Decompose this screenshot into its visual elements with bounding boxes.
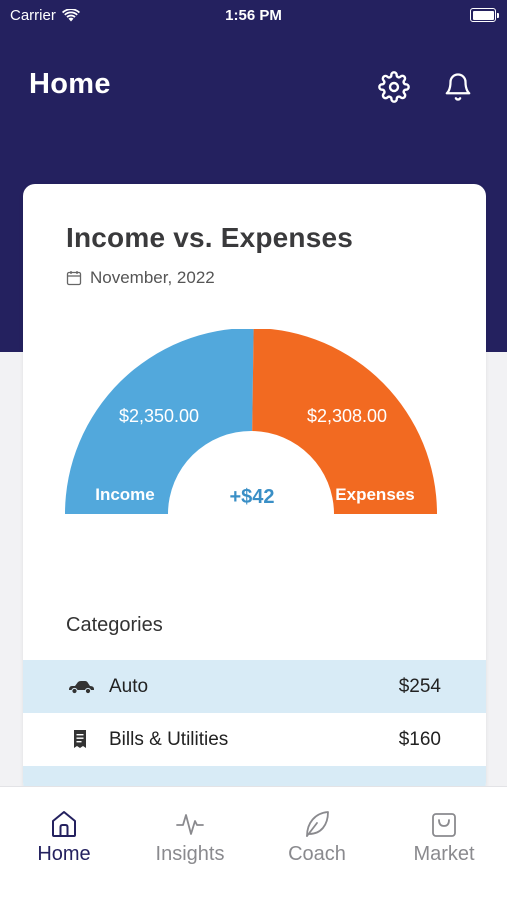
tab-coach[interactable]: Coach — [262, 807, 372, 866]
category-amount: $254 — [398, 675, 441, 697]
tab-label: Insights — [155, 843, 225, 865]
income-expenses-gauge[interactable]: $2,350.00 $2,308.00 Income Expenses +$42 — [65, 329, 437, 517]
navigation-bar: Home — [0, 60, 507, 116]
income-amount: $2,350.00 — [119, 406, 199, 426]
tab-insights[interactable]: Insights — [135, 807, 245, 866]
category-amount: $160 — [398, 728, 441, 750]
card-title: Income vs. Expenses — [66, 222, 354, 253]
categories-heading: Categories — [66, 614, 163, 636]
clock: 1:56 PM — [225, 7, 282, 24]
net-amount: +$42 — [229, 486, 274, 508]
pulse-icon — [176, 814, 204, 835]
page-title: Home — [29, 68, 111, 100]
tab-label: Coach — [288, 843, 346, 865]
status-bar: Carrier 1:56 PM — [0, 0, 507, 32]
settings-button[interactable] — [377, 70, 411, 104]
category-name: Bills & Utilities — [109, 728, 229, 750]
tab-home[interactable]: Home — [9, 807, 119, 866]
notifications-button[interactable] — [441, 70, 475, 104]
tab-market[interactable]: Market — [389, 807, 499, 866]
bill-icon — [67, 728, 95, 752]
calendar-icon — [66, 271, 82, 286]
category-name: Auto — [109, 675, 149, 697]
category-row-bills[interactable]: Bills & Utilities $160 — [23, 713, 486, 766]
car-icon — [67, 675, 95, 699]
battery-icon — [470, 8, 499, 22]
bell-icon — [445, 73, 471, 101]
category-row-auto[interactable]: Auto $254 — [23, 660, 486, 713]
leaf-icon — [306, 811, 329, 837]
tab-bar: Home Insights Coach Market — [0, 786, 507, 900]
bag-icon — [432, 813, 456, 837]
tab-label: Home — [37, 843, 91, 865]
tab-label: Market — [413, 843, 475, 865]
expenses-amount: $2,308.00 — [307, 406, 387, 426]
home-icon — [52, 811, 76, 837]
date-label: November, 2022 — [90, 268, 215, 287]
date-selector[interactable]: November, 2022 — [66, 268, 215, 288]
income-expenses-card: Income vs. Expenses November, 2022 $2,35… — [23, 184, 486, 794]
gear-icon — [378, 71, 410, 103]
income-label: Income — [95, 485, 155, 504]
expenses-label: Expenses — [335, 485, 414, 504]
